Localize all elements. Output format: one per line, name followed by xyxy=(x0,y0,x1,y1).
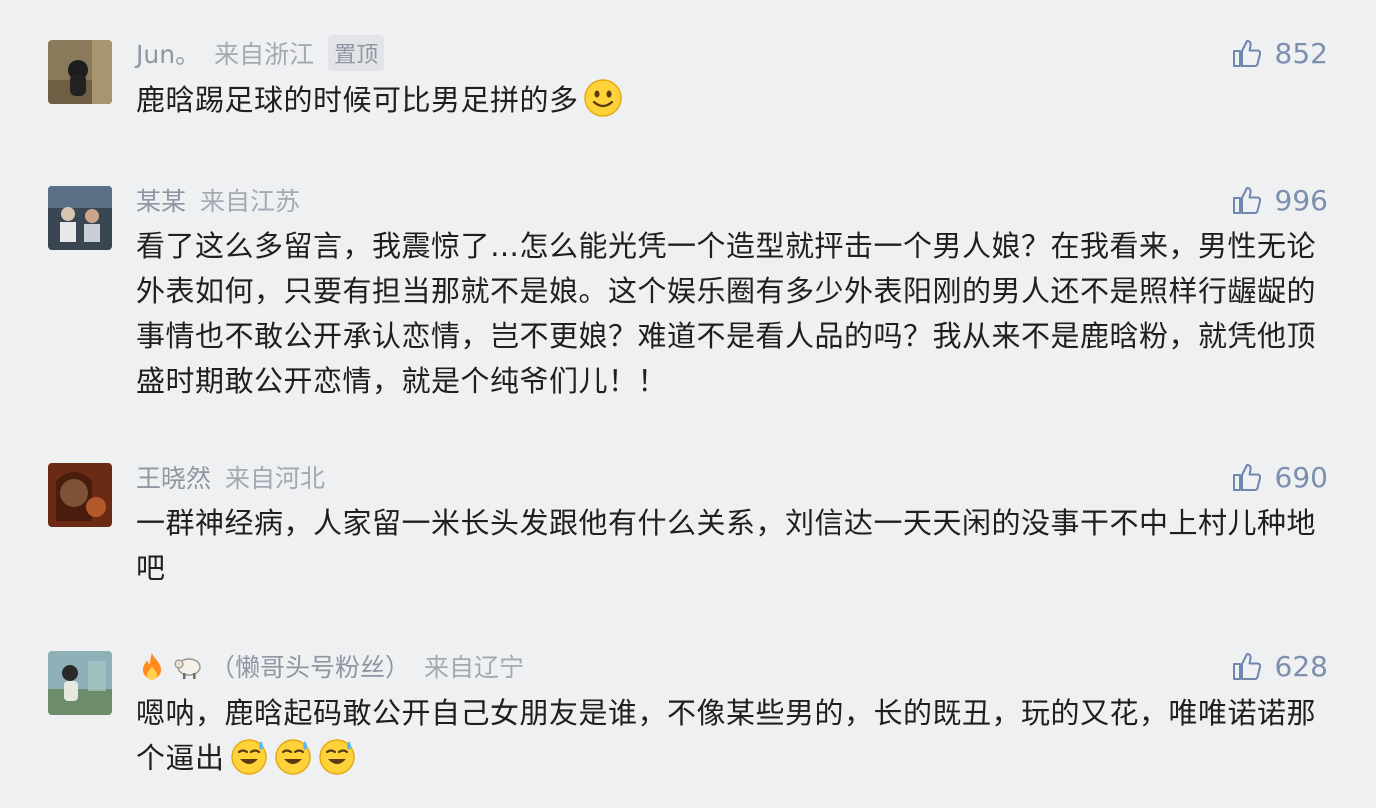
smile-emoji xyxy=(583,79,622,117)
like-button[interactable]: 852 xyxy=(1231,36,1328,70)
avatar-image xyxy=(48,186,112,250)
thumbs-up-icon xyxy=(1232,187,1261,214)
comment-text-container: 鹿晗踢足球的时候可比男足拼的多 xyxy=(136,78,1332,123)
thumbs-up-icon xyxy=(1232,653,1261,680)
comment-text: 看了这么多留言，我震惊了…怎么能光凭一个造型就抨击一个男人娘？在我看来，男性无论… xyxy=(136,229,1317,398)
location-label: 来自江苏 xyxy=(200,187,301,216)
location-label: 来自河北 xyxy=(225,464,326,493)
thumbs-up-icon xyxy=(1232,40,1261,67)
like-count: 852 xyxy=(1274,36,1328,70)
sweat-smile-emoji xyxy=(318,739,355,775)
like-button[interactable]: 690 xyxy=(1231,460,1328,494)
username[interactable]: 某某 xyxy=(136,182,186,218)
avatar-image xyxy=(48,463,112,527)
username[interactable]: 王晓然 xyxy=(136,459,211,495)
avatar-image xyxy=(48,40,112,104)
pinned-badge: 置顶 xyxy=(328,35,385,71)
comment-text-container: 嗯呐，鹿晗起码敢公开自己女朋友是谁，不像某些男的，长的既丑，玩的又花，唯唯诺诺那… xyxy=(136,691,1332,781)
username[interactable]: （懒哥头号粉丝） xyxy=(210,648,410,684)
avatar[interactable] xyxy=(48,186,112,250)
comment-text: 鹿晗踢足球的时候可比男足拼的多 xyxy=(136,83,579,117)
avatar-image xyxy=(48,651,112,715)
sheep-icon xyxy=(174,658,201,679)
avatar[interactable] xyxy=(48,463,112,527)
username[interactable]: Jun。 xyxy=(136,35,200,71)
location-label: 来自浙江 xyxy=(214,40,315,69)
like-count: 996 xyxy=(1274,183,1328,217)
location-label: 来自辽宁 xyxy=(424,653,525,682)
comment-text: 嗯呐，鹿晗起码敢公开自己女朋友是谁，不像某些男的，长的既丑，玩的又花，唯唯诺诺那… xyxy=(136,696,1317,775)
sweat-smile-emoji xyxy=(230,739,267,775)
avatar[interactable] xyxy=(48,651,112,715)
comment-text: 一群神经病，人家留一米长头发跟他有什么关系，刘信达一天天闲的没事干不中上村儿种地… xyxy=(136,506,1317,585)
avatar[interactable] xyxy=(48,40,112,104)
thumbs-up-icon xyxy=(1232,464,1261,491)
sweat-smile-emoji xyxy=(274,739,311,775)
like-count: 690 xyxy=(1274,460,1328,494)
fire-icon xyxy=(143,653,161,680)
like-count: 628 xyxy=(1274,649,1328,683)
like-button[interactable]: 628 xyxy=(1231,649,1328,683)
like-button[interactable]: 996 xyxy=(1231,183,1328,217)
